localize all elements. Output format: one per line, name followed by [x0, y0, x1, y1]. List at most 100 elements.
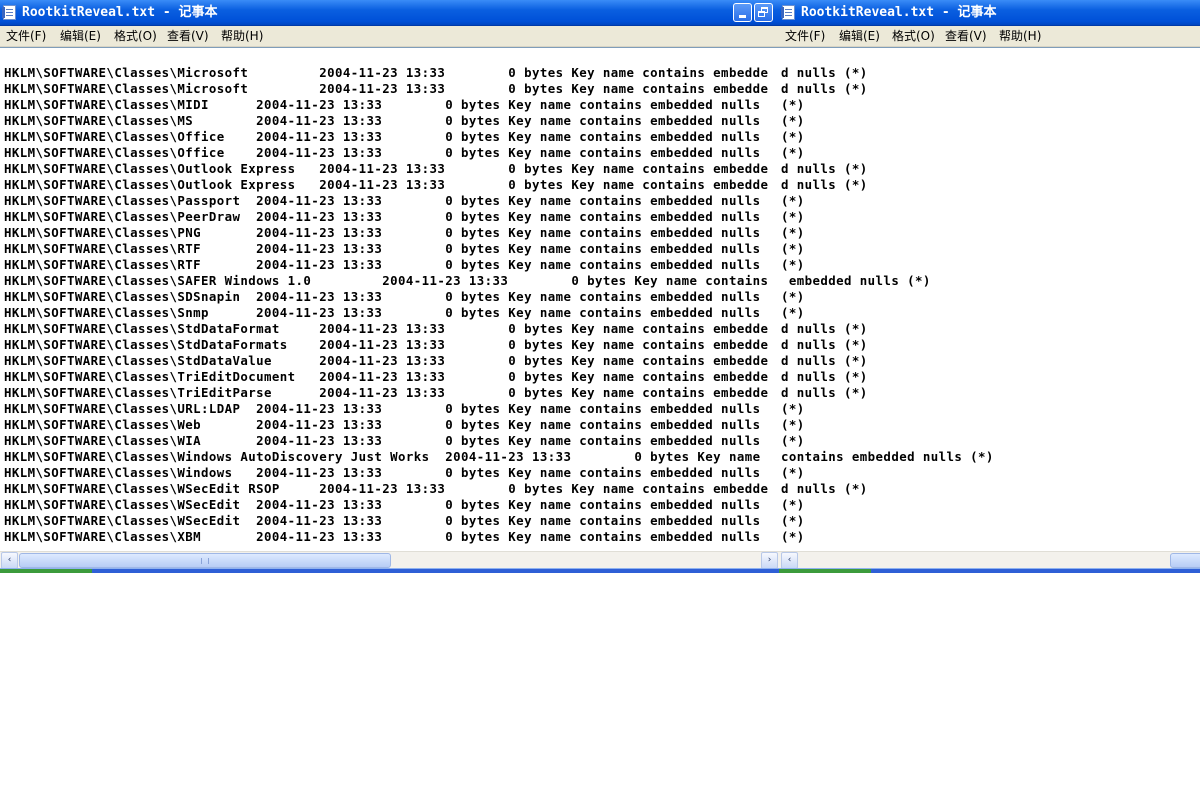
- text-line: HKLM\SOFTWARE\Classes\Windows AutoDiscov…: [4, 449, 761, 464]
- text-line: (*): [781, 417, 805, 432]
- text-line: (*): [781, 225, 805, 240]
- text-line: (*): [781, 257, 805, 272]
- scroll-left-button[interactable]: ‹: [1, 552, 18, 569]
- text-line: (*): [781, 401, 805, 416]
- text-line: HKLM\SOFTWARE\Classes\Microsoft 2004-11-…: [4, 65, 769, 80]
- text-line: (*): [781, 497, 805, 512]
- text-line: HKLM\SOFTWARE\Classes\StdDataFormat 2004…: [4, 321, 769, 336]
- menu-edit[interactable]: 编辑(E): [839, 26, 880, 46]
- text-line: embedded nulls (*): [781, 273, 931, 288]
- text-line: HKLM\SOFTWARE\Classes\SAFER Windows 1.0 …: [4, 273, 769, 288]
- scroll-right-button[interactable]: ›: [761, 552, 778, 569]
- text-line: HKLM\SOFTWARE\Classes\Passport 2004-11-2…: [4, 193, 761, 208]
- text-line: d nulls (*): [781, 81, 868, 96]
- menu-view[interactable]: 查看(V): [945, 26, 987, 46]
- text-editor-area[interactable]: d nulls (*) d nulls (*) (*) (*) (*) (*) d null…: [779, 47, 1200, 552]
- text-line: HKLM\SOFTWARE\Classes\Outlook Express 20…: [4, 161, 769, 176]
- horizontal-scrollbar[interactable]: ‹ ›: [0, 551, 779, 569]
- menu-file[interactable]: 文件(F): [6, 26, 46, 46]
- text-line: HKLM\SOFTWARE\Classes\PeerDraw 2004-11-2…: [4, 209, 761, 224]
- restore-button[interactable]: [754, 3, 773, 22]
- text-line: HKLM\SOFTWARE\Classes\StdDataFormats 200…: [4, 337, 769, 352]
- text-line: HKLM\SOFTWARE\Classes\Web 2004-11-23 13:…: [4, 417, 761, 432]
- text-line: HKLM\SOFTWARE\Classes\Microsoft 2004-11-…: [4, 81, 769, 96]
- menu-format[interactable]: 格式(O): [114, 26, 157, 46]
- menu-bar: 文件(F) 编辑(E) 格式(O) 查看(V) 帮助(H): [779, 26, 1200, 47]
- window-title: RootkitReveal.txt - 记事本: [22, 5, 218, 20]
- text-line: (*): [781, 305, 805, 320]
- text-lines: d nulls (*) d nulls (*) (*) (*) (*) (*) d null…: [781, 65, 994, 545]
- text-line: HKLM\SOFTWARE\Classes\Office 2004-11-23 …: [4, 145, 761, 160]
- text-line: (*): [781, 193, 805, 208]
- text-line: HKLM\SOFTWARE\Classes\WSecEdit 2004-11-2…: [4, 513, 761, 528]
- text-line: d nulls (*): [781, 353, 868, 368]
- chevron-left-icon: ‹: [787, 555, 792, 565]
- text-line: HKLM\SOFTWARE\Classes\Outlook Express 20…: [4, 177, 769, 192]
- text-line: HKLM\SOFTWARE\Classes\WSecEdit RSOP 2004…: [4, 481, 769, 496]
- text-line: (*): [781, 241, 805, 256]
- title-bar[interactable]: RootkitReveal.txt - 记事本: [779, 0, 1200, 26]
- scroll-thumb[interactable]: [19, 553, 391, 568]
- text-line: HKLM\SOFTWARE\Classes\WIA 2004-11-23 13:…: [4, 433, 761, 448]
- text-lines: HKLM\SOFTWARE\Classes\Microsoft 2004-11-…: [4, 65, 768, 545]
- text-line: HKLM\SOFTWARE\Classes\MIDI 2004-11-23 13…: [4, 97, 761, 112]
- start-button-edge[interactable]: [0, 569, 92, 573]
- text-line: HKLM\SOFTWARE\Classes\XBM 2004-11-23 13:…: [4, 529, 761, 544]
- text-line: HKLM\SOFTWARE\Classes\SDSnapin 2004-11-2…: [4, 289, 761, 304]
- text-line: (*): [781, 465, 805, 480]
- notepad-window-1: RootkitReveal.txt - 记事本 文件(F) 编辑(E) 格式(O…: [0, 0, 779, 573]
- text-line: d nulls (*): [781, 337, 868, 352]
- notepad-icon[interactable]: [2, 5, 16, 20]
- taskbar-edge[interactable]: [779, 569, 871, 573]
- text-line: d nulls (*): [781, 161, 868, 176]
- text-line: d nulls (*): [781, 385, 868, 400]
- minimize-button[interactable]: [733, 3, 752, 22]
- text-line: HKLM\SOFTWARE\Classes\WSecEdit 2004-11-2…: [4, 497, 761, 512]
- text-line: HKLM\SOFTWARE\Classes\PNG 2004-11-23 13:…: [4, 225, 761, 240]
- text-editor-area[interactable]: HKLM\SOFTWARE\Classes\Microsoft 2004-11-…: [0, 47, 779, 552]
- grip-icon: [201, 558, 209, 564]
- menu-file[interactable]: 文件(F): [785, 26, 825, 46]
- menu-format[interactable]: 格式(O): [892, 26, 935, 46]
- text-line: HKLM\SOFTWARE\Classes\Office 2004-11-23 …: [4, 129, 761, 144]
- menu-bar: 文件(F) 编辑(E) 格式(O) 查看(V) 帮助(H): [0, 26, 779, 47]
- text-line: (*): [781, 145, 805, 160]
- text-line: (*): [781, 97, 805, 112]
- text-line: d nulls (*): [781, 321, 868, 336]
- menu-help[interactable]: 帮助(H): [999, 26, 1041, 46]
- title-bar[interactable]: RootkitReveal.txt - 记事本: [0, 0, 779, 26]
- text-line: HKLM\SOFTWARE\Classes\StdDataValue 2004-…: [4, 353, 769, 368]
- notepad-icon[interactable]: [781, 5, 795, 20]
- text-line: (*): [781, 209, 805, 224]
- text-line: d nulls (*): [781, 65, 868, 80]
- text-line: HKLM\SOFTWARE\Classes\Snmp 2004-11-23 13…: [4, 305, 761, 320]
- scroll-left-button[interactable]: ‹: [781, 552, 798, 569]
- text-line: (*): [781, 289, 805, 304]
- text-line: HKLM\SOFTWARE\Classes\RTF 2004-11-23 13:…: [4, 241, 761, 256]
- text-line: HKLM\SOFTWARE\Classes\TriEditDocument 20…: [4, 369, 769, 384]
- text-line: (*): [781, 113, 805, 128]
- text-line: (*): [781, 513, 805, 528]
- text-line: d nulls (*): [781, 481, 868, 496]
- text-line: HKLM\SOFTWARE\Classes\RTF 2004-11-23 13:…: [4, 257, 761, 272]
- text-line: HKLM\SOFTWARE\Classes\URL:LDAP 2004-11-2…: [4, 401, 761, 416]
- menu-view[interactable]: 查看(V): [167, 26, 209, 46]
- text-line: HKLM\SOFTWARE\Classes\MS 2004-11-23 13:3…: [4, 113, 761, 128]
- scroll-thumb[interactable]: [1170, 553, 1200, 568]
- chevron-left-icon: ‹: [7, 555, 12, 565]
- menu-help[interactable]: 帮助(H): [221, 26, 263, 46]
- chevron-right-icon: ›: [767, 555, 772, 565]
- text-line: (*): [781, 129, 805, 144]
- text-line: d nulls (*): [781, 369, 868, 384]
- menu-edit[interactable]: 编辑(E): [60, 26, 101, 46]
- text-line: contains embedded nulls (*): [781, 449, 994, 464]
- window-bottom-edge: [779, 568, 1200, 573]
- text-line: (*): [781, 433, 805, 448]
- window-bottom-edge: [0, 568, 779, 573]
- notepad-window-2: RootkitReveal.txt - 记事本 文件(F) 编辑(E) 格式(O…: [779, 0, 1200, 573]
- text-line: (*): [781, 529, 805, 544]
- window-title: RootkitReveal.txt - 记事本: [801, 5, 997, 20]
- text-line: HKLM\SOFTWARE\Classes\Windows 2004-11-23…: [4, 465, 761, 480]
- text-line: d nulls (*): [781, 177, 868, 192]
- horizontal-scrollbar[interactable]: ‹: [779, 551, 1200, 569]
